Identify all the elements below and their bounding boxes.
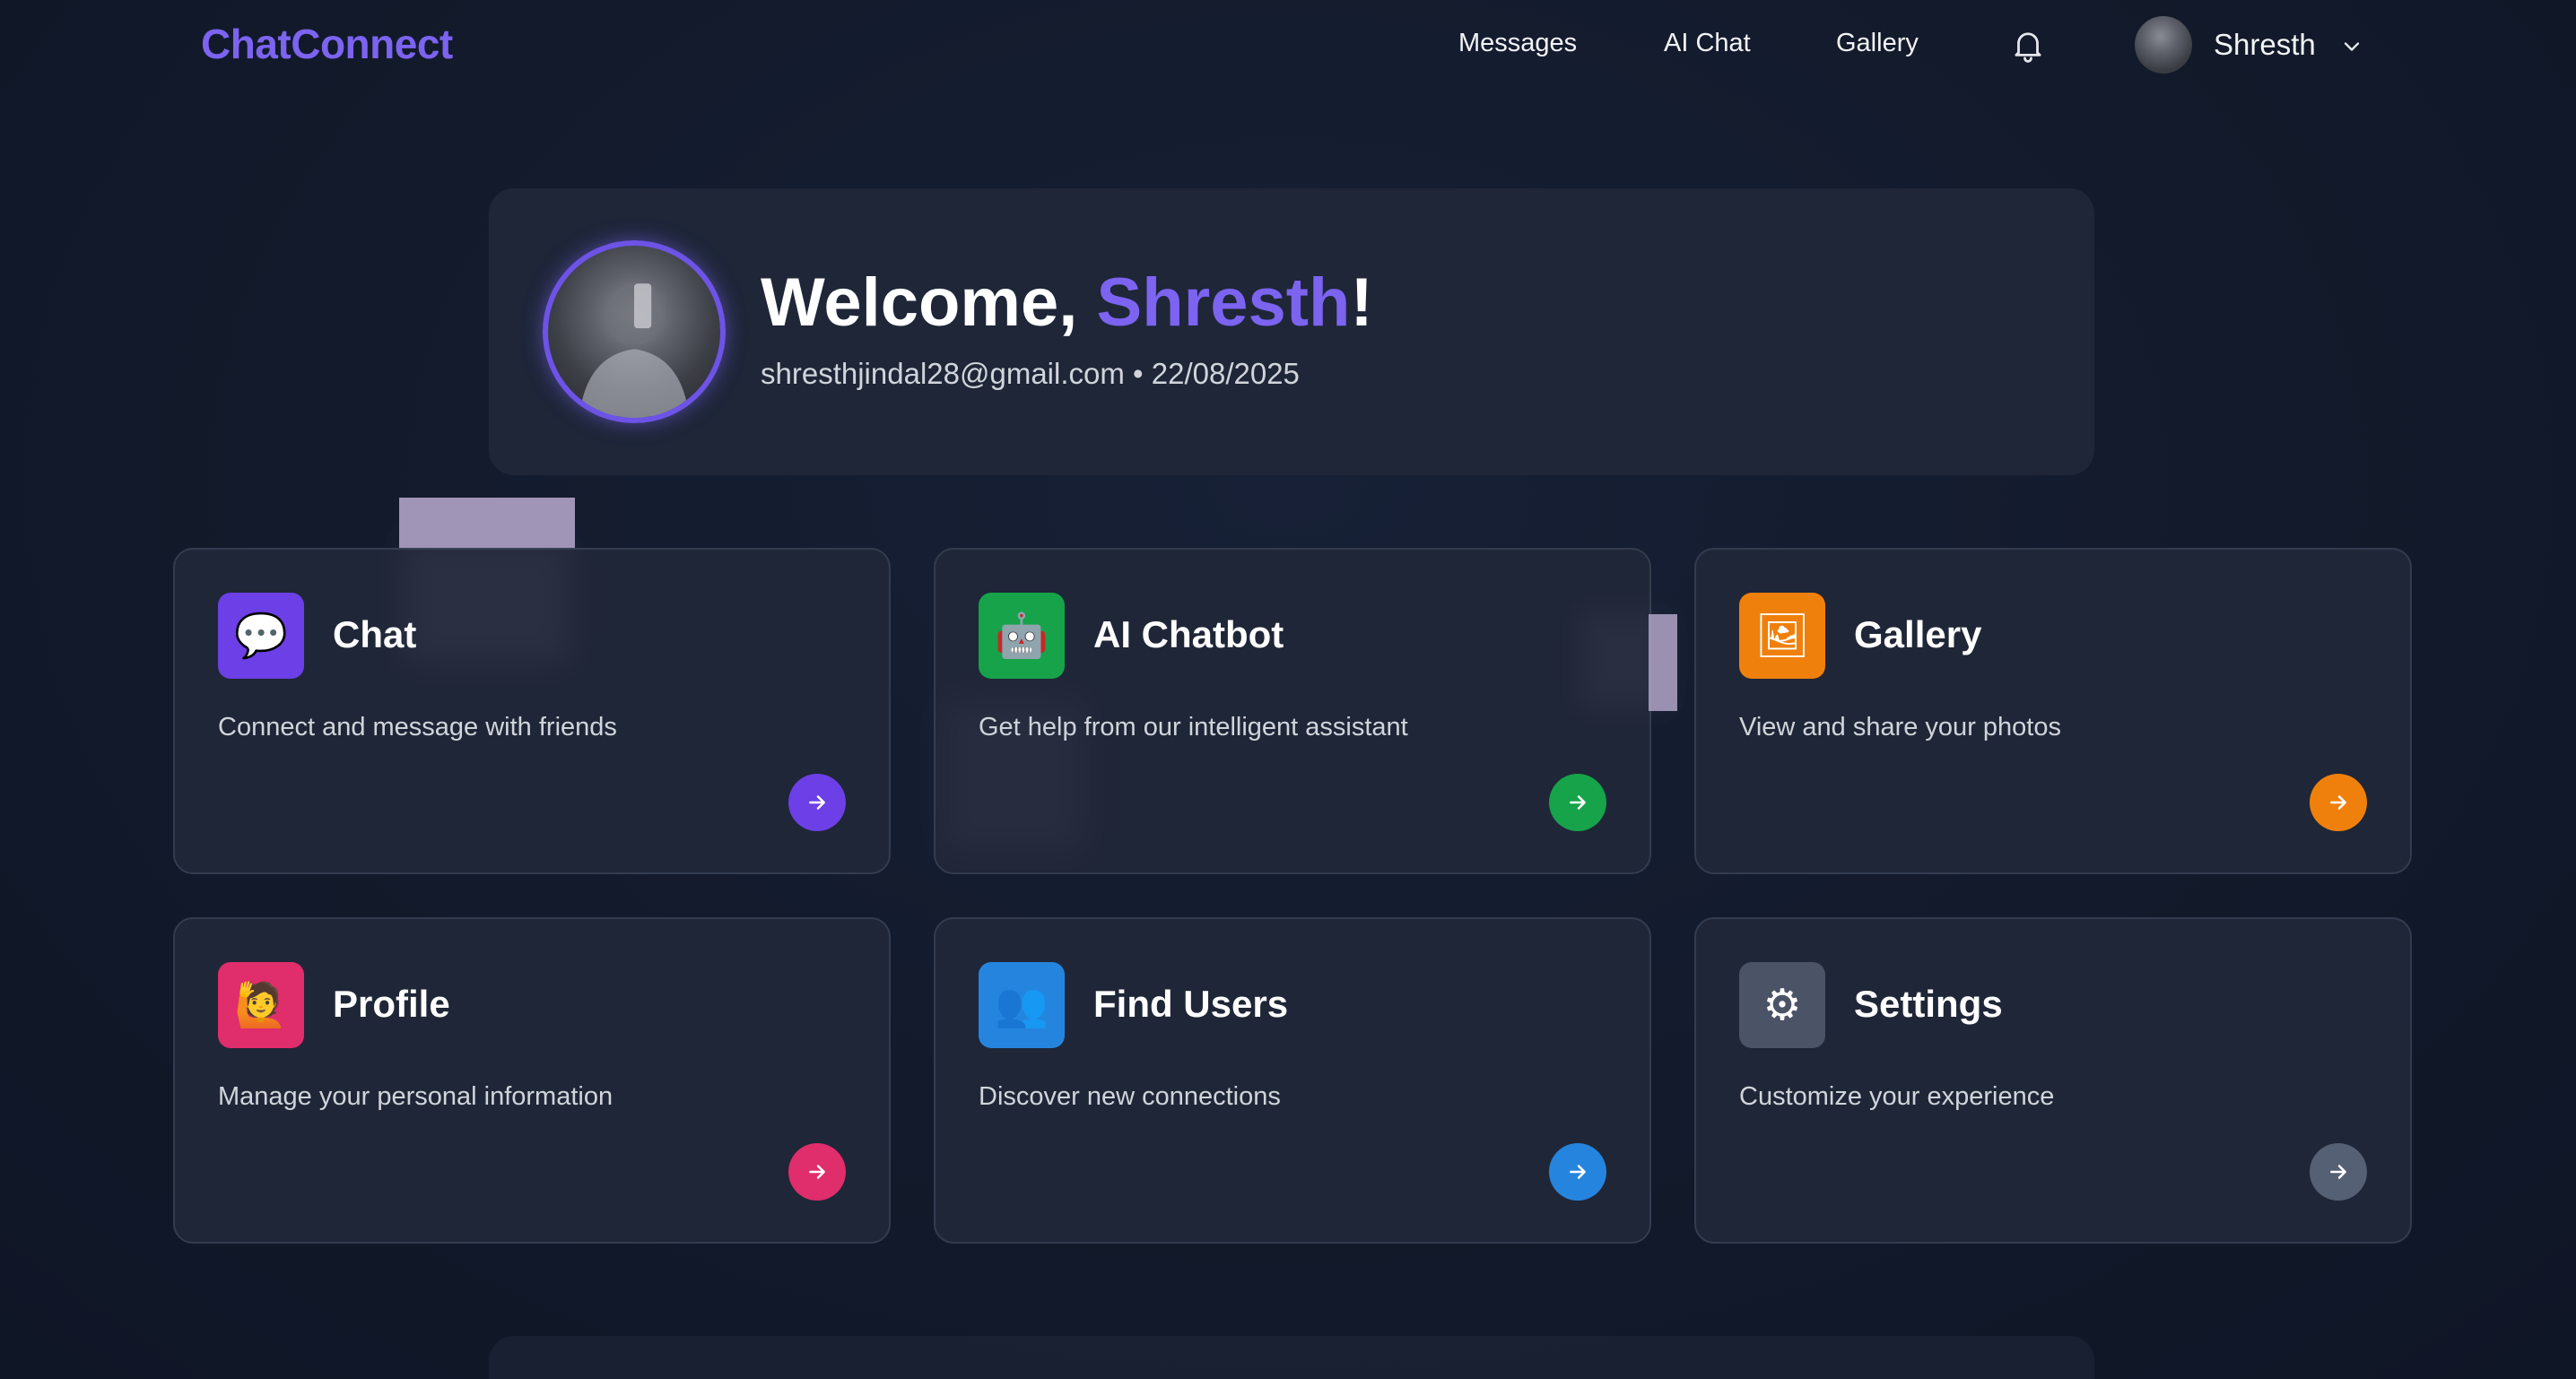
welcome-card: Welcome, Shresth! shresthjindal28@gmail.… — [489, 188, 2094, 475]
nav-link-messages[interactable]: Messages — [1458, 29, 1577, 58]
people-icon: 👥 — [979, 962, 1065, 1048]
arrow-right-icon[interactable] — [788, 774, 846, 831]
card-description: Customize your experience — [1739, 1082, 2055, 1111]
decorative-shape — [402, 538, 572, 663]
feature-card-profile[interactable]: 🙋 Profile Manage your personal information — [173, 917, 891, 1244]
avatar — [2135, 16, 2192, 74]
card-description: Connect and message with friends — [218, 713, 617, 742]
arrow-right-icon[interactable] — [2310, 774, 2367, 831]
person-raising-hand-icon: 🙋 — [218, 962, 304, 1048]
arrow-right-icon[interactable] — [1549, 774, 1606, 831]
nav-link-gallery[interactable]: Gallery — [1836, 29, 1919, 58]
user-email: shresthjindal28@gmail.com — [761, 357, 1125, 390]
card-title: Profile — [333, 983, 450, 1025]
app-logo[interactable]: ChatConnect — [201, 20, 453, 68]
welcome-meta: shresthjindal28@gmail.com • 22/08/2025 — [761, 357, 1300, 390]
card-title: Settings — [1854, 983, 2003, 1025]
arrow-right-icon[interactable] — [788, 1143, 846, 1201]
gear-icon: ⚙ — [1739, 962, 1825, 1048]
feature-card-settings[interactable]: ⚙ Settings Customize your experience — [1694, 917, 2412, 1244]
framed-picture-icon: 🖼 — [1739, 593, 1825, 679]
nav-link-ai-chat[interactable]: AI Chat — [1664, 29, 1751, 58]
welcome-heading: Welcome, Shresth! — [761, 265, 1373, 341]
card-description: View and share your photos — [1739, 713, 2061, 742]
nav-username: Shresth — [2214, 28, 2316, 61]
card-description: Manage your personal information — [218, 1082, 614, 1111]
bell-icon[interactable] — [2009, 24, 2047, 65]
card-title: Find Users — [1093, 983, 1289, 1025]
card-title: AI Chatbot — [1093, 613, 1284, 655]
card-title: Gallery — [1854, 613, 1982, 655]
dashboard-page: ChatConnect Messages AI Chat Gallery Shr… — [0, 0, 2576, 1379]
robot-icon: 🤖 — [979, 593, 1065, 679]
card-description: Discover new connections — [979, 1082, 1281, 1111]
arrow-right-icon[interactable] — [1549, 1143, 1606, 1201]
decorative-shape — [1649, 614, 1677, 711]
profile-avatar — [543, 240, 726, 423]
user-menu[interactable]: Shresth — [2135, 16, 2377, 75]
speech-bubble-icon: 💬 — [218, 593, 304, 679]
arrow-right-icon[interactable] — [2310, 1143, 2367, 1201]
decorative-shape — [399, 498, 575, 548]
welcome-user-name: Shresth — [1096, 265, 1351, 341]
feature-card-find-users[interactable]: 👥 Find Users Discover new connections — [934, 917, 1651, 1244]
join-date: 22/08/2025 — [1151, 357, 1300, 390]
decorative-shape — [942, 699, 1085, 852]
bottom-panel — [489, 1336, 2094, 1379]
feature-card-gallery[interactable]: 🖼 Gallery View and share your photos — [1694, 548, 2412, 874]
top-navbar: ChatConnect Messages AI Chat Gallery Shr… — [0, 0, 2576, 90]
chevron-down-icon — [2339, 34, 2364, 59]
